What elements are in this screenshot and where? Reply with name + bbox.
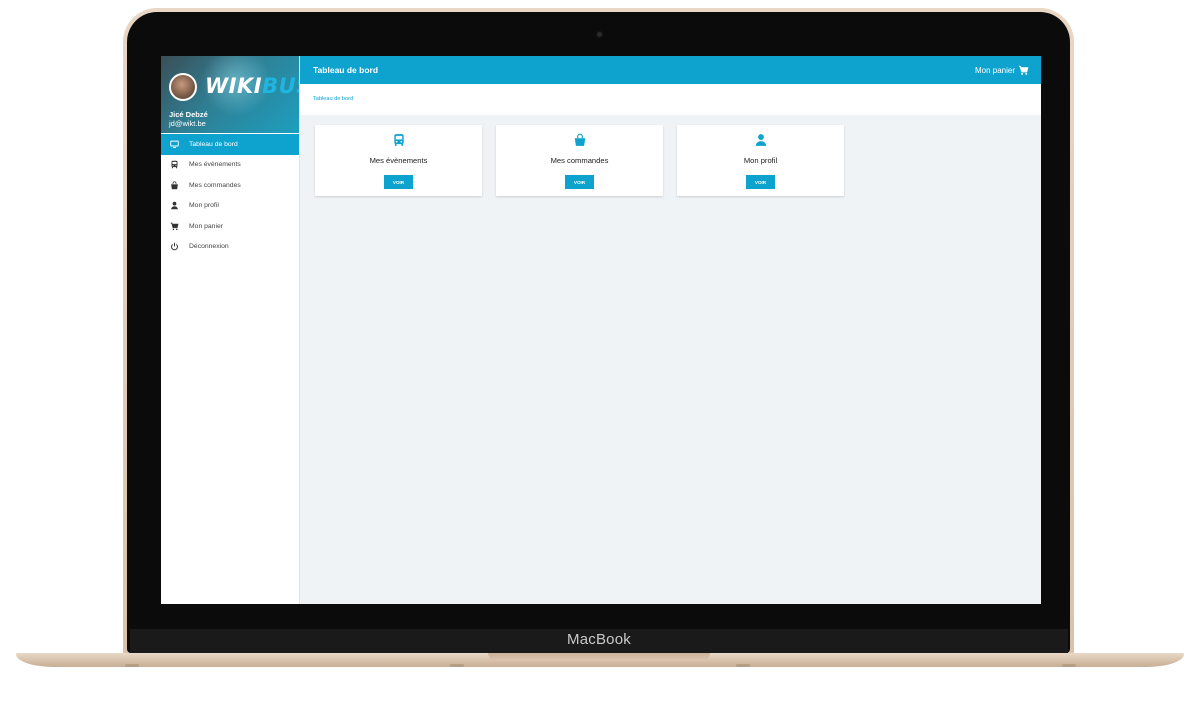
logo-text-bus: BUS — [262, 74, 299, 98]
sidebar-nav: Tableau de bord Mes évènements Mes comma… — [161, 134, 299, 257]
breadcrumb: Tableau de bord — [300, 84, 1041, 115]
sidebar-item-tableau-de-bord[interactable]: Tableau de bord — [161, 134, 299, 155]
user-email: jd@wikt.be — [169, 119, 206, 128]
sidebar-item-mon-panier[interactable]: Mon panier — [161, 216, 299, 237]
card-mon-profil: Mon profil VOIR — [677, 125, 844, 196]
voir-button[interactable]: VOIR — [384, 175, 413, 189]
user-name: Jicé Debzé — [169, 110, 208, 119]
laptop-foot — [1062, 664, 1076, 667]
cart-icon — [1018, 65, 1029, 75]
laptop-foot — [450, 664, 464, 667]
card-title: Mes commandes — [550, 156, 609, 165]
sidebar-item-label: Tableau de bord — [189, 140, 238, 148]
wikibus-logo[interactable]: WIKIBUS — [205, 74, 299, 98]
card-mes-evenements: Mes évènements VOIR — [315, 125, 482, 196]
sidebar-item-mes-evenements[interactable]: Mes évènements — [161, 155, 299, 176]
sidebar-item-label: Déconnexion — [189, 243, 229, 251]
card-title: Mes évènements — [369, 156, 428, 165]
cart-label: Mon panier — [974, 66, 1015, 75]
sidebar-header: WIKIBUS Jicé Debzé jd@wikt.be — [161, 56, 299, 133]
shopping-bag-icon — [574, 133, 585, 146]
bus-icon — [393, 134, 404, 146]
laptop-foot — [125, 664, 139, 667]
avatar[interactable] — [169, 73, 197, 101]
cart-link[interactable]: Mon panier — [975, 65, 1029, 76]
cart-icon — [169, 221, 179, 231]
person-icon — [755, 134, 766, 146]
app-screen: WIKIBUS Jicé Debzé jd@wikt.be Tableau de… — [161, 56, 1041, 604]
sidebar-item-mon-profil[interactable]: Mon profil — [161, 196, 299, 217]
power-icon — [169, 242, 179, 252]
shopping-bag-icon — [169, 180, 179, 190]
monitor-icon — [169, 139, 179, 149]
camera — [596, 31, 603, 38]
sidebar-item-label: Mon panier — [189, 222, 224, 230]
voir-button[interactable]: VOIR — [746, 175, 775, 189]
sidebar-item-label: Mes commandes — [189, 181, 241, 189]
sidebar: WIKIBUS Jicé Debzé jd@wikt.be Tableau de… — [161, 56, 300, 604]
sidebar-item-mes-commandes[interactable]: Mes commandes — [161, 175, 299, 196]
sidebar-item-label: Mon profil — [189, 202, 219, 210]
card-mes-commandes: Mes commandes VOIR — [496, 125, 663, 196]
laptop-brand: MacBook — [567, 631, 631, 648]
laptop-foot — [736, 664, 750, 667]
laptop-notch — [488, 653, 710, 661]
sidebar-item-deconnexion[interactable]: Déconnexion — [161, 237, 299, 258]
page-title: Tableau de bord — [313, 65, 379, 75]
sidebar-item-label: Mes évènements — [189, 161, 241, 169]
top-bar: Tableau de bord Mon panier — [300, 56, 1041, 84]
breadcrumb-item[interactable]: Tableau de bord — [313, 96, 353, 102]
logo-text-wiki: WIKI — [205, 74, 263, 98]
voir-button[interactable]: VOIR — [565, 175, 594, 189]
card-title: Mon profil — [743, 156, 778, 165]
bus-icon — [169, 160, 179, 170]
person-icon — [169, 201, 179, 211]
